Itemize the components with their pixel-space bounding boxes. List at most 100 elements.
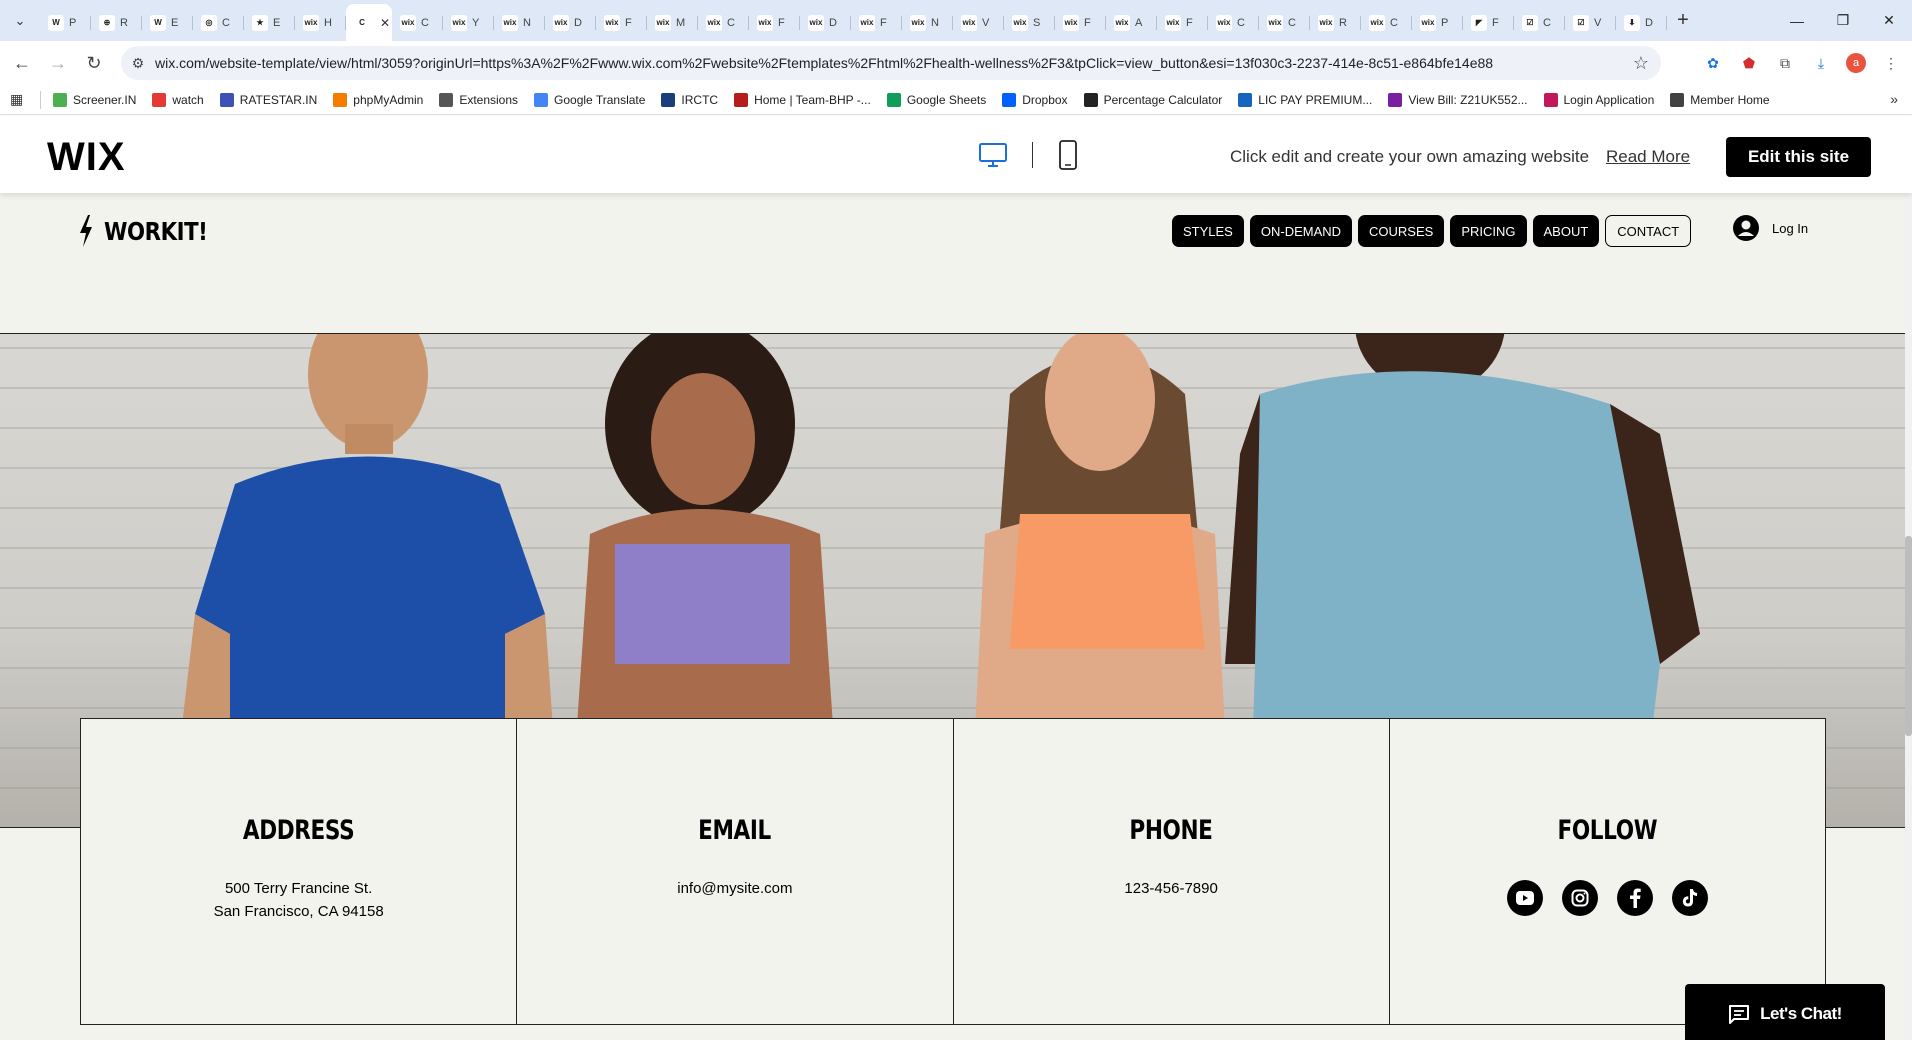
browser-tab[interactable]: wix F [1157, 8, 1208, 38]
nav-contact[interactable]: CONTACT [1605, 215, 1692, 247]
bookmarks-divider [40, 90, 41, 109]
browser-tab[interactable]: ★ E [244, 8, 295, 38]
forward-icon[interactable]: → [40, 45, 76, 81]
browser-tab[interactable]: ⬇ D [1616, 8, 1667, 38]
browser-tab[interactable]: wix C [1208, 8, 1259, 38]
read-more-link[interactable]: Read More [1606, 147, 1690, 167]
tab-title: F [625, 16, 632, 29]
tab-title: R [120, 16, 128, 29]
browser-tab[interactable]: WE [142, 8, 193, 38]
download-icon[interactable]: ⤓ [1810, 52, 1832, 74]
tab-search-icon[interactable]: ⌄ [0, 0, 40, 41]
nav-courses[interactable]: COURSES [1358, 215, 1445, 247]
browser-tab[interactable]: wix A [1106, 8, 1157, 38]
apps-grid-icon[interactable]: ▦ [10, 91, 28, 109]
bookmark-item[interactable]: Screener.IN [53, 92, 136, 107]
login-button[interactable]: Log In [1733, 215, 1808, 241]
browser-tab[interactable]: wix N [494, 8, 545, 38]
browser-tab[interactable]: wix N [902, 8, 953, 38]
puzzle-icon[interactable]: ⧉ [1774, 52, 1796, 74]
scrollbar-thumb[interactable] [1905, 536, 1912, 736]
browser-tab[interactable]: wix C [392, 8, 443, 38]
bookmark-item[interactable]: Google Translate [534, 92, 645, 107]
bookmark-item[interactable]: RATESTAR.IN [219, 92, 317, 107]
nav-about[interactable]: ABOUT [1532, 215, 1600, 247]
edit-this-site-button[interactable]: Edit this site [1726, 137, 1871, 177]
bookmark-label: Dropbox [1022, 92, 1068, 107]
tiktok-icon[interactable] [1671, 880, 1708, 916]
browser-tab[interactable]: wix C [1361, 8, 1412, 38]
tab-favicon-icon: wix [910, 14, 926, 31]
wix-logo[interactable]: WIX [47, 135, 126, 180]
bookmark-item[interactable]: Member Home [1670, 92, 1770, 107]
bookmark-star-icon[interactable]: ☆ [1633, 53, 1649, 74]
close-window-icon[interactable]: ✕ [1866, 0, 1912, 41]
profile-avatar[interactable]: a [1846, 53, 1866, 73]
browser-tab[interactable]: wix F [1055, 8, 1106, 38]
browser-tab[interactable]: wix S [1004, 8, 1055, 38]
browser-tab[interactable]: ⊕ R [91, 8, 142, 38]
bookmark-item[interactable]: LIC PAY PREMIUM... [1238, 92, 1372, 107]
bookmark-item[interactable]: Extensions [439, 92, 518, 107]
shield-extension-icon[interactable]: ⬟ [1738, 52, 1760, 74]
bookmark-item[interactable]: Home | Team-BHP -... [734, 92, 871, 107]
bookmark-item[interactable]: Dropbox [1002, 92, 1068, 107]
chat-button[interactable]: Let's Chat! [1685, 984, 1885, 1040]
bookmark-item[interactable]: View Bill: Z21UK552... [1388, 92, 1528, 107]
browser-tab[interactable]: wix C [698, 8, 749, 38]
browser-tab[interactable]: wix C [1259, 8, 1310, 38]
tab-close-icon[interactable]: ✕ [380, 16, 390, 30]
desktop-view-icon[interactable] [978, 140, 1008, 170]
extension-icon[interactable]: ✿ [1702, 52, 1724, 74]
browser-tab[interactable]: ◤ F [1463, 8, 1514, 38]
new-tab-button[interactable]: + [1667, 0, 1699, 41]
mobile-view-icon[interactable] [1058, 140, 1078, 170]
bookmark-item[interactable]: Google Sheets [886, 92, 986, 107]
tab-favicon-icon: wix [1318, 14, 1334, 31]
kebab-menu-icon[interactable]: ⋮ [1880, 52, 1902, 74]
browser-tab[interactable]: wix P [1412, 8, 1463, 38]
site-logo[interactable]: WORKIT! [78, 215, 226, 247]
browser-tab[interactable]: WP [40, 8, 91, 38]
browser-tab[interactable]: ◎ C [193, 8, 244, 38]
instagram-icon[interactable] [1561, 880, 1598, 916]
nav-styles[interactable]: STYLES [1172, 215, 1244, 247]
nav-on-demand[interactable]: ON-DEMAND [1249, 215, 1353, 247]
browser-tab[interactable]: wix D [545, 8, 596, 38]
browser-tab[interactable]: wix D [800, 8, 851, 38]
facebook-icon[interactable] [1616, 880, 1653, 916]
browser-tab[interactable]: wix M [647, 8, 698, 38]
bookmark-item[interactable]: Percentage Calculator [1083, 92, 1222, 107]
browser-tab[interactable]: wix R [1310, 8, 1361, 38]
browser-tab[interactable]: ☑ V [1565, 8, 1616, 38]
reload-icon[interactable]: ↻ [76, 45, 112, 81]
restore-icon[interactable]: ❐ [1820, 0, 1866, 41]
youtube-icon[interactable] [1506, 880, 1543, 916]
bookmarks-bar: ▦ Screener.IN watch RATESTAR.IN phpMyAdmin E… [0, 85, 1912, 115]
back-icon[interactable]: ← [4, 45, 40, 81]
browser-tab[interactable]: wix Y [443, 8, 494, 38]
tab-title: F [1084, 16, 1091, 29]
page-scrollbar[interactable] [1905, 193, 1912, 1040]
bookmark-item[interactable]: watch [152, 92, 204, 107]
bookmark-item[interactable]: Login Application [1543, 92, 1654, 107]
browser-tab[interactable]: ☑ C [1514, 8, 1565, 38]
address-bar[interactable]: ⚙ wix.com/website-template/view/html/305… [121, 46, 1661, 80]
browser-tab[interactable]: wix H [295, 8, 346, 38]
tab-favicon-icon: wix [961, 14, 977, 31]
browser-tab-active[interactable]: C ✕ [346, 4, 392, 41]
site-info-icon[interactable]: ⚙ [121, 55, 155, 72]
nav-pricing[interactable]: PRICING [1450, 215, 1527, 247]
browser-tab[interactable]: wix F [851, 8, 902, 38]
bookmark-item[interactable]: IRCTC [661, 92, 719, 107]
browser-tab[interactable]: wix F [596, 8, 647, 38]
email-link[interactable]: info@mysite.com [677, 880, 792, 897]
browser-tab[interactable]: wix V [953, 8, 1004, 38]
minimize-icon[interactable]: — [1774, 0, 1820, 41]
bookmark-label: IRCTC [681, 92, 719, 107]
browser-tab[interactable]: wix F [749, 8, 800, 38]
url-text[interactable]: wix.com/website-template/view/html/3059?… [155, 55, 1493, 71]
bookmark-item[interactable]: phpMyAdmin [333, 92, 423, 107]
more-bookmarks-icon[interactable]: » [1890, 91, 1898, 107]
user-avatar-icon [1733, 215, 1759, 241]
